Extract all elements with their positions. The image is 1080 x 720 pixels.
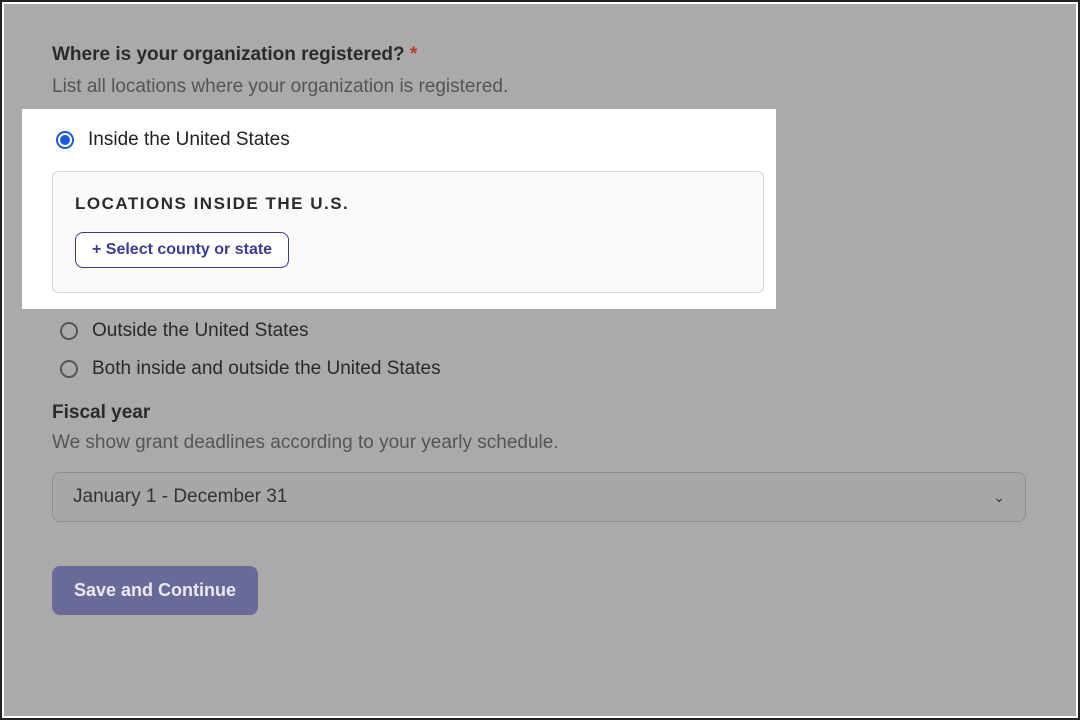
radio-both[interactable]: Both inside and outside the United State… [60,358,1028,380]
form-page: Where is your organization registered? *… [4,4,1076,716]
select-county-or-state-button[interactable]: + Select county or state [75,232,289,268]
radio-icon [60,360,78,378]
fiscal-year-help: We show grant deadlines according to you… [52,432,1028,454]
radio-outside-label: Outside the United States [92,320,309,342]
required-marker: * [410,44,417,65]
chevron-down-icon: ⌄ [993,489,1005,506]
fiscal-year-label: Fiscal year [52,402,1028,424]
radio-inside-label: Inside the United States [88,129,290,151]
radio-dot-icon [60,135,70,145]
question-text: Where is your organization registered? [52,44,405,65]
radio-inside[interactable]: Inside the United States [56,129,766,151]
fiscal-year-selected: January 1 - December 31 [73,486,287,508]
inside-us-panel: Inside the United States LOCATIONS INSID… [22,109,776,309]
locations-box: LOCATIONS INSIDE THE U.S. + Select count… [52,171,764,293]
radio-outside[interactable]: Outside the United States [60,320,1028,342]
radio-both-label: Both inside and outside the United State… [92,358,441,380]
save-and-continue-button[interactable]: Save and Continue [52,566,258,615]
fiscal-year-select[interactable]: January 1 - December 31 ⌄ [52,472,1026,522]
question-help: List all locations where your organizati… [52,76,1028,98]
radio-icon [60,322,78,340]
locations-title: LOCATIONS INSIDE THE U.S. [75,194,741,214]
window-frame: Where is your organization registered? *… [0,0,1080,720]
question-label: Where is your organization registered? * [52,44,1028,66]
radio-selected-icon [56,131,74,149]
